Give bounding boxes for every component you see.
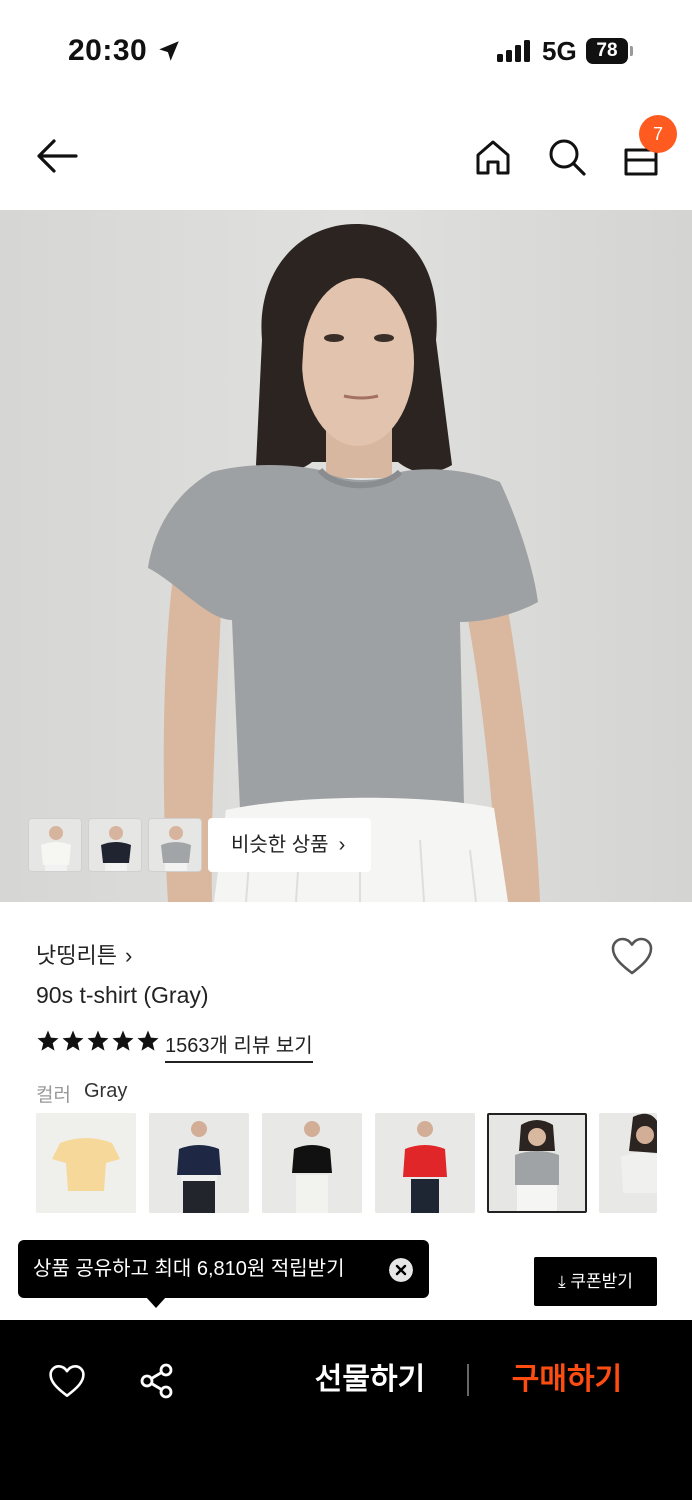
battery-icon: 78 xyxy=(586,38,628,64)
product-name: 90s t-shirt (Gray) xyxy=(36,982,209,1008)
share-reward-text: 상품 공유하고 최대 6,810원 적립받기 xyxy=(33,1258,345,1280)
product-main-image[interactable] xyxy=(0,210,692,902)
similar-products-label: 비슷한 상품 xyxy=(231,834,329,856)
bottom-action-bar xyxy=(0,1320,692,1500)
gallery-thumbnail[interactable] xyxy=(28,818,82,872)
buy-button[interactable]: 구매하기 xyxy=(497,1358,637,1402)
cart-count-badge[interactable]: 7 xyxy=(639,115,677,153)
battery-cap xyxy=(630,46,633,56)
gift-button[interactable]: 선물하기 xyxy=(300,1358,440,1402)
brand-name: 낫띵리튼 xyxy=(36,943,117,968)
color-swatch-gray[interactable] xyxy=(487,1113,587,1213)
back-arrow-icon[interactable] xyxy=(36,138,78,174)
tooltip-tail xyxy=(146,1297,166,1308)
color-swatch-beige[interactable] xyxy=(36,1113,136,1213)
divider xyxy=(467,1364,469,1396)
review-link[interactable]: 1563개 리뷰 보기 xyxy=(165,1029,313,1063)
status-time: 20:30 xyxy=(68,34,148,67)
signal-icon xyxy=(497,40,533,62)
search-icon[interactable] xyxy=(548,138,586,176)
color-value: Gray xyxy=(84,1080,128,1102)
similar-products-button[interactable]: 비슷한 상품 › xyxy=(208,818,371,872)
heart-icon[interactable] xyxy=(48,1363,86,1399)
brand-link[interactable]: 낫띵리튼 › xyxy=(36,938,132,970)
star-icon xyxy=(62,1030,84,1051)
color-swatch-light-gray[interactable] xyxy=(599,1113,657,1213)
star-icon xyxy=(37,1030,59,1051)
home-icon[interactable] xyxy=(474,138,512,176)
close-icon[interactable] xyxy=(389,1258,413,1282)
gallery-thumbnail[interactable] xyxy=(148,818,202,872)
color-swatch-red[interactable] xyxy=(375,1113,475,1213)
coupon-button[interactable]: ⤓ 쿠폰받기 xyxy=(534,1257,657,1306)
chevron-right-icon: › xyxy=(338,834,346,856)
star-icon xyxy=(112,1030,134,1051)
share-icon[interactable] xyxy=(138,1362,176,1400)
gallery-thumbnail[interactable] xyxy=(88,818,142,872)
heart-icon[interactable] xyxy=(610,936,654,976)
color-label: 컬러 xyxy=(36,1085,71,1106)
chevron-right-icon: › xyxy=(124,943,133,968)
model-photo xyxy=(0,210,692,902)
rating-stars xyxy=(36,1029,160,1055)
share-reward-tooltip: 상품 공유하고 최대 6,810원 적립받기 xyxy=(18,1240,429,1298)
star-icon xyxy=(137,1030,159,1051)
location-arrow-icon xyxy=(159,41,179,61)
color-swatch-black[interactable] xyxy=(262,1113,362,1213)
network-label: 5G xyxy=(542,36,577,66)
status-bar: 20:30 5G 78 xyxy=(0,0,692,100)
top-nav xyxy=(0,100,692,210)
color-swatch-navy[interactable] xyxy=(149,1113,249,1213)
star-icon xyxy=(87,1030,109,1051)
